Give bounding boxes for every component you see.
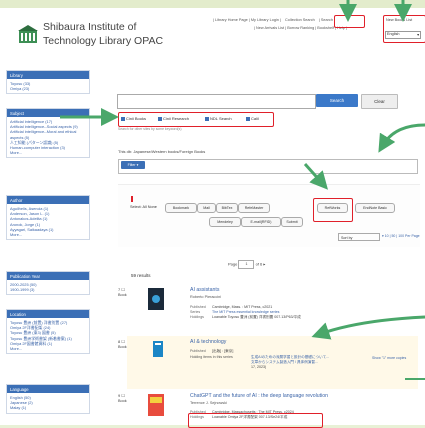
arrow-to-refworks [303, 162, 329, 190]
arrow-to-filter [378, 123, 425, 153]
annotation-arrows [60, 0, 425, 380]
arrow-to-series [311, 315, 425, 340]
